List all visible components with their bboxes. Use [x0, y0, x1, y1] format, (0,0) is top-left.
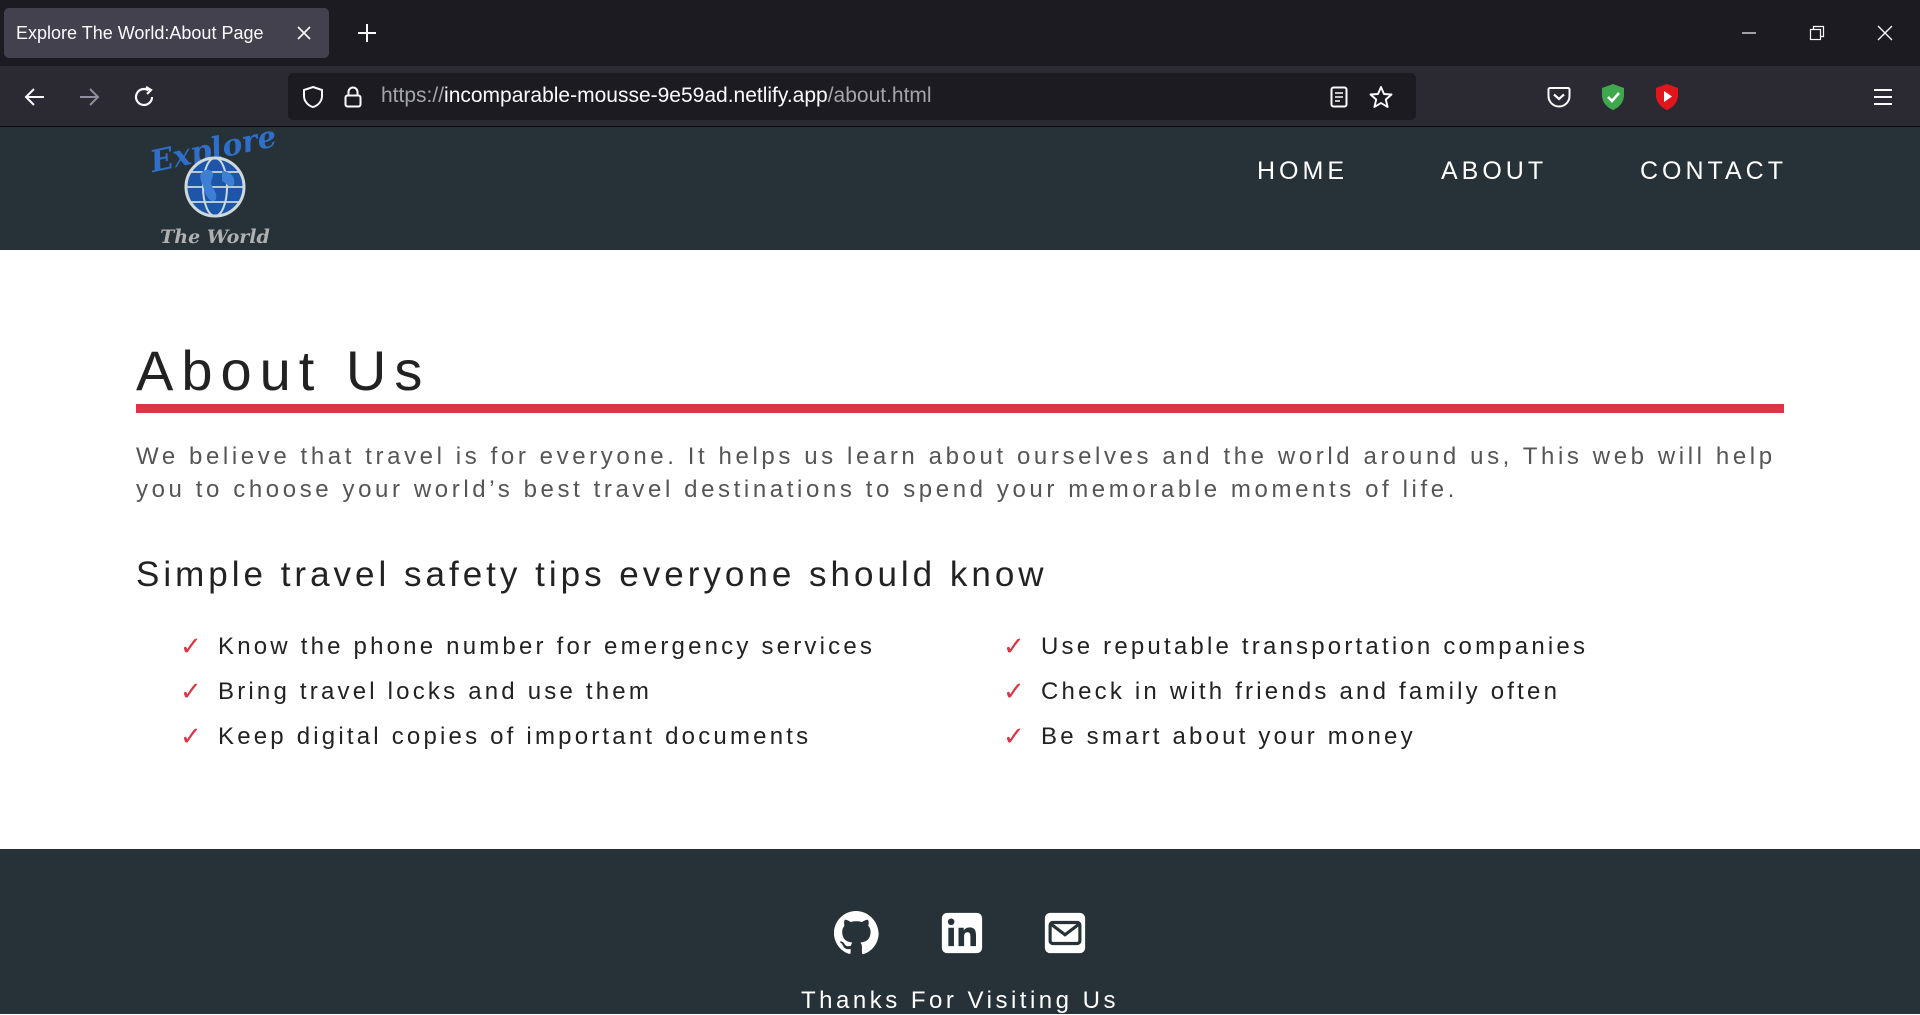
nav-contact-link[interactable]: CONTACT: [1640, 157, 1787, 186]
tips-heading: Simple travel safety tips everyone shoul…: [136, 555, 1048, 594]
browser-nav-bar: https://incomparable-mousse-9e59ad.netli…: [0, 66, 1920, 127]
globe-logo-icon: Explore The World: [146, 119, 279, 248]
browser-tab-active[interactable]: Explore The World:About Page: [4, 8, 329, 58]
tip-text: Be smart about your money: [1041, 722, 1416, 750]
tip-item: ✓ Bring travel locks and use them: [180, 669, 875, 714]
check-icon: ✓: [180, 721, 205, 751]
github-icon[interactable]: [832, 909, 880, 957]
linkedin-icon[interactable]: [938, 909, 986, 957]
page-title: About Us: [136, 339, 431, 402]
check-icon: ✓: [1003, 631, 1028, 661]
url-text[interactable]: https://incomparable-mousse-9e59ad.netli…: [381, 84, 932, 108]
shield-icon[interactable]: [298, 82, 328, 112]
tip-text: Keep digital copies of important documen…: [218, 722, 812, 750]
tip-text: Check in with friends and family often: [1041, 677, 1561, 705]
window-minimize-button[interactable]: [1724, 14, 1774, 52]
tips-list-left: ✓ Know the phone number for emergency ser…: [180, 624, 875, 759]
forward-button[interactable]: [70, 78, 108, 116]
footer-thanks-text: Thanks For Visiting Us: [801, 987, 1119, 1014]
nav-about-link[interactable]: ABOUT: [1441, 157, 1547, 186]
pocket-button[interactable]: [1540, 78, 1578, 116]
site-footer: Thanks For Visiting Us: [0, 849, 1920, 1014]
check-icon: ✓: [1003, 721, 1028, 751]
forward-arrow-icon: [80, 88, 100, 106]
reader-view-icon[interactable]: [1324, 82, 1354, 112]
app-menu-button[interactable]: [1864, 78, 1902, 116]
url-host: incomparable-mousse-9e59ad.netlify.app: [444, 84, 828, 107]
adblock-extension-button[interactable]: [1594, 78, 1632, 116]
tip-item: ✓ Use reputable transportation companies: [1003, 624, 1588, 669]
tab-title: Explore The World:About Page: [16, 22, 264, 43]
site-header: Explore The World HOME ABOUT CONTACT: [0, 119, 1920, 250]
new-tab-button[interactable]: [350, 14, 384, 52]
pocket-icon: [1547, 87, 1571, 108]
tip-item: ✓ Keep digital copies of important docume…: [180, 714, 875, 759]
url-path: /about.html: [827, 84, 932, 107]
tip-text: Know the phone number for emergency serv…: [218, 632, 876, 660]
check-icon: ✓: [180, 676, 205, 706]
reload-button[interactable]: [125, 78, 163, 116]
back-arrow-icon: [24, 88, 44, 106]
window-close-button[interactable]: [1860, 14, 1910, 52]
green-shield-icon: [1602, 84, 1624, 110]
red-shield-play-icon: [1656, 84, 1678, 110]
browser-tab-bar: Explore The World:About Page: [0, 0, 1920, 66]
tip-item: ✓ Be smart about your money: [1003, 714, 1588, 759]
tab-close-icon[interactable]: [291, 20, 317, 46]
about-paragraph: We believe that travel is for everyone. …: [136, 443, 1776, 503]
nav-home-link[interactable]: HOME: [1257, 157, 1348, 186]
mail-icon[interactable]: [1041, 909, 1089, 957]
window-restore-button[interactable]: [1792, 14, 1842, 52]
svg-text:The World: The World: [160, 226, 270, 248]
check-icon: ✓: [1003, 676, 1028, 706]
tip-item: ✓ Check in with friends and family often: [1003, 669, 1588, 714]
tip-text: Bring travel locks and use them: [218, 677, 653, 705]
lock-icon[interactable]: [338, 82, 368, 112]
youtube-extension-button[interactable]: [1648, 78, 1686, 116]
reload-icon: [134, 86, 154, 107]
bookmark-star-icon[interactable]: [1366, 82, 1396, 112]
site-logo[interactable]: Explore The World: [146, 119, 280, 250]
tip-text: Use reputable transportation companies: [1041, 632, 1589, 660]
tip-item: ✓ Know the phone number for emergency ser…: [180, 624, 875, 669]
address-bar[interactable]: https://incomparable-mousse-9e59ad.netli…: [288, 73, 1416, 120]
tips-list-right: ✓ Use reputable transportation companies …: [1003, 624, 1588, 759]
url-scheme: https://: [381, 84, 445, 107]
back-button[interactable]: [16, 78, 54, 116]
check-icon: ✓: [180, 631, 205, 661]
title-underline-divider: [136, 404, 1784, 413]
hamburger-menu-icon: [1874, 89, 1892, 105]
